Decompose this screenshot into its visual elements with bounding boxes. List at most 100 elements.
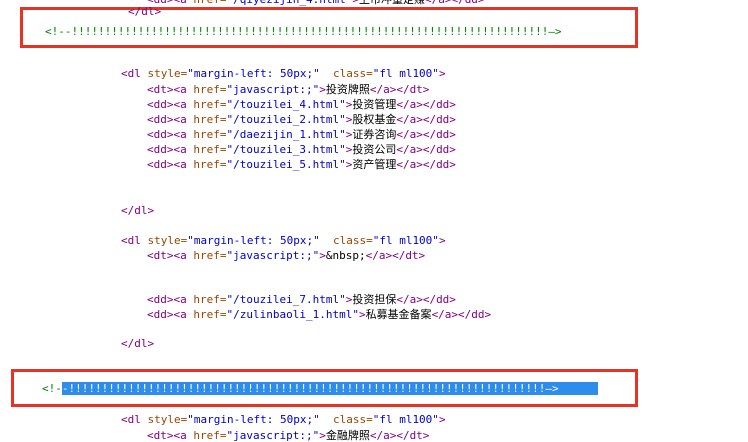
code-token-attr: style= — [148, 67, 188, 80]
code-token-val: "/touzilei_2.html" — [226, 113, 345, 126]
code-line: <dd><a href="/touzilei_3.html">投资公司</a><… — [147, 143, 456, 156]
code-token-tag: </a></dt> — [370, 429, 430, 442]
code-line: </dl> — [128, 5, 161, 18]
code-token-tag: </dl> — [121, 204, 154, 217]
code-token-attr: class= — [333, 67, 373, 80]
code-token-val: "/touzilei_7.html" — [226, 293, 345, 306]
code-token-tag: </a></dd> — [396, 143, 456, 156]
code-token-comment: <!--!!!!!!!!!!!!!!!!!!!!!!!!!!!!!!!!!!!!… — [45, 25, 562, 38]
code-token-attr: href= — [193, 128, 226, 141]
code-line: <dt><a href="javascript:;">&nbsp;</a></d… — [147, 249, 425, 262]
code-token-tag: > — [359, 308, 366, 321]
code-token-attr: href= — [193, 293, 226, 306]
code-token-attr: href= — [193, 113, 226, 126]
code-token-txt: 投资担保 — [352, 293, 396, 306]
code-token-attr: class= — [333, 413, 373, 426]
code-token-tag: </a></dd> — [396, 293, 456, 306]
code-line: <dd><a href="/touzilei_7.html">投资担保</a><… — [147, 293, 456, 306]
code-token-attr: style= — [148, 413, 188, 426]
code-line: </dl> — [121, 204, 154, 217]
code-token-tag: </dl> — [121, 337, 154, 350]
code-line: <dl style="margin-left: 50px;" class="fl… — [121, 234, 446, 247]
code-token-attr: href= — [193, 0, 226, 6]
code-token-txt: 股权基金 — [352, 113, 396, 126]
code-token-tag: <dd><a — [147, 98, 193, 111]
code-token-val: "/qiyezijin_4.html" — [226, 0, 352, 6]
code-token-val: "fl ml100" — [373, 67, 439, 80]
code-token-tag: </a></dd> — [432, 308, 492, 321]
code-token-tag: </a></dd> — [396, 158, 456, 171]
code-token-tag: </dl> — [128, 5, 161, 18]
code-token-txt — [320, 67, 333, 80]
code-token-tag: > — [439, 413, 446, 426]
code-token-val: "margin-left: 50px;" — [187, 413, 319, 426]
code-token-txt: 上市冲量定赚 — [359, 0, 425, 6]
code-token-tag: </a></dd> — [396, 113, 456, 126]
code-token-txt: 投资管理 — [352, 98, 396, 111]
code-token-tag: </a></dt> — [370, 83, 430, 96]
code-token-tag: <dl — [121, 234, 148, 247]
code-token-attr: href= — [193, 308, 226, 321]
code-token-tag: <dd><a — [147, 308, 193, 321]
code-token-val: "javascript:;" — [226, 249, 319, 262]
code-token-tag: > — [319, 83, 326, 96]
code-token-tag: <dd><a — [147, 113, 193, 126]
code-token-tag: <dd><a — [147, 128, 193, 141]
code-token-txt: 证券咨询 — [352, 128, 396, 141]
code-token-tag: > — [319, 429, 326, 442]
code-token-comment: <!- — [42, 382, 62, 395]
code-line: <dd><a href="/qiyezijin_4.html">上市冲量定赚</… — [147, 0, 485, 6]
code-token-txt: 金融牌照 — [326, 429, 370, 442]
code-line: <dd><a href="/touzilei_5.html">资产管理</a><… — [147, 158, 456, 171]
code-token-tag: <dt><a — [147, 83, 193, 96]
code-token-attr: href= — [193, 143, 226, 156]
code-token-tag: > — [319, 249, 326, 262]
code-token-tag: <dd><a — [147, 158, 193, 171]
code-line: <!--!!!!!!!!!!!!!!!!!!!!!!!!!!!!!!!!!!!!… — [45, 25, 562, 38]
code-token-txt: &nbsp; — [326, 249, 366, 262]
code-token-val: "/touzilei_5.html" — [226, 158, 345, 171]
code-token-val: "margin-left: 50px;" — [187, 234, 319, 247]
code-token-tag: </a></dd> — [425, 0, 485, 6]
code-token-val: "fl ml100" — [373, 234, 439, 247]
code-token-attr: href= — [193, 158, 226, 171]
code-token-val: "/zulinbaoli_1.html" — [226, 308, 358, 321]
code-token-val: "/touzilei_3.html" — [226, 143, 345, 156]
code-token-txt: 投资牌照 — [326, 83, 370, 96]
code-token-attr: href= — [193, 429, 226, 442]
code-line: <dd><a href="/zulinbaoli_1.html">私募基金备案<… — [147, 308, 491, 321]
code-token-tag: </a></dd> — [396, 128, 456, 141]
code-line: <dl style="margin-left: 50px;" class="fl… — [121, 413, 446, 426]
code-token-attr: class= — [333, 234, 373, 247]
code-token-txt — [320, 413, 333, 426]
code-token-attr: href= — [193, 98, 226, 111]
code-token-txt: 投资公司 — [352, 143, 396, 156]
code-line: <!--!!!!!!!!!!!!!!!!!!!!!!!!!!!!!!!!!!!!… — [42, 382, 598, 395]
code-token-tag: > — [352, 0, 359, 6]
code-line: </dl> — [121, 337, 154, 350]
code-token-tag: </a></dd> — [396, 98, 456, 111]
code-token-tag: <dt><a — [147, 429, 193, 442]
code-line: <dt><a href="javascript:;">金融牌照</a></dt> — [147, 429, 429, 442]
code-token-val: "/touzilei_4.html" — [226, 98, 345, 111]
code-token-tag: <dl — [121, 67, 148, 80]
html-source-view: <dd><a href="/qiyezijin_4.html">上市冲量定赚</… — [0, 0, 748, 433]
code-token-val: "javascript:;" — [226, 83, 319, 96]
code-token-tag: > — [439, 234, 446, 247]
code-token-val: "margin-left: 50px;" — [187, 67, 319, 80]
code-token-tag: > — [439, 67, 446, 80]
code-token-tag: </a></dt> — [366, 249, 426, 262]
code-token-attr: href= — [193, 249, 226, 262]
code-token-val: "fl ml100" — [373, 413, 439, 426]
selected-text: -!!!!!!!!!!!!!!!!!!!!!!!!!!!!!!!!!!!!!!!… — [62, 382, 598, 395]
code-token-txt: 资产管理 — [352, 158, 396, 171]
code-token-txt — [320, 234, 333, 247]
code-token-val: "/daezijin_1.html" — [226, 128, 345, 141]
code-token-txt: 私募基金备案 — [366, 308, 432, 321]
code-line: <dd><a href="/touzilei_4.html">投资管理</a><… — [147, 98, 456, 111]
code-token-tag: <dl — [121, 413, 148, 426]
code-token-val: "javascript:;" — [226, 429, 319, 442]
code-token-attr: href= — [193, 83, 226, 96]
code-token-attr: style= — [148, 234, 188, 247]
code-line: <dd><a href="/daezijin_1.html">证券咨询</a><… — [147, 128, 456, 141]
